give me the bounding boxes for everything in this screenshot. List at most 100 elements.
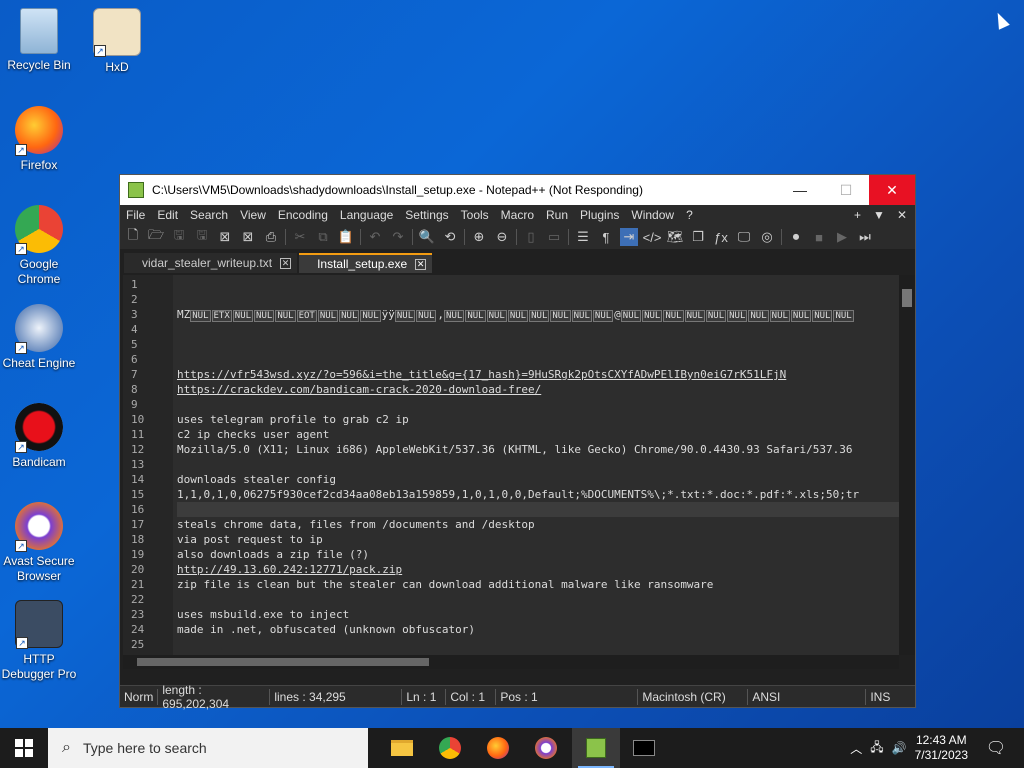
horizontal-scrollbar[interactable] — [123, 655, 899, 669]
sync-horizontal-icon[interactable]: ▭ — [545, 228, 563, 246]
paste-icon[interactable]: 📋 — [337, 228, 355, 246]
code-line: http://49.13.60.242:12771/pack.zip — [177, 563, 403, 576]
desktop-icon-avast-secure-browser[interactable]: ↗ Avast Secure Browser — [0, 502, 78, 584]
folder-as-workspace-icon[interactable]: ◎ — [758, 228, 776, 246]
stop-macro-icon[interactable]: ■ — [810, 228, 828, 246]
vertical-scroll-thumb[interactable] — [902, 289, 912, 307]
zoom-out-icon[interactable]: ⊖ — [493, 228, 511, 246]
volume-icon[interactable]: 🔊 — [892, 741, 907, 755]
function-list-icon[interactable]: ƒx — [712, 228, 730, 246]
tab-close-icon[interactable]: ✕ — [415, 258, 427, 270]
status-ln: Ln : 1 — [402, 688, 447, 705]
tab-install-setup[interactable]: Install_setup.exe ✕ — [299, 253, 433, 273]
menu-tools[interactable]: Tools — [455, 208, 495, 222]
find-icon[interactable]: 🔍 — [418, 228, 436, 246]
line-number: 5 — [131, 338, 138, 351]
taskbar-chrome[interactable] — [426, 728, 474, 768]
desktop-icon-bandicam[interactable]: ↗ Bandicam — [0, 403, 78, 470]
start-button[interactable] — [0, 728, 48, 768]
chevron-up-icon[interactable]: ︿ — [850, 740, 862, 757]
indent-guide-icon[interactable]: ⇥ — [620, 228, 638, 246]
taskbar-notepadpp[interactable] — [572, 728, 620, 768]
redo-icon[interactable]: ↷ — [389, 228, 407, 246]
undo-icon[interactable]: ↶ — [366, 228, 384, 246]
desktop-icon-label: Google Chrome — [17, 257, 61, 286]
document-map-icon[interactable]: 🗺 — [666, 228, 684, 246]
close-doc-icon[interactable]: ✕ — [897, 208, 907, 222]
code-line: downloads stealer config — [177, 473, 336, 486]
tab-close-icon[interactable]: ✕ — [280, 257, 292, 269]
taskbar-firefox[interactable] — [474, 728, 522, 768]
open-file-icon[interactable]: 🗁 — [147, 227, 165, 246]
horizontal-scroll-thumb[interactable] — [137, 658, 429, 666]
record-macro-icon[interactable]: ⏺ — [787, 228, 805, 246]
code-line: uses telegram profile to grab c2 ip — [177, 413, 409, 426]
menu-search[interactable]: Search — [184, 208, 234, 222]
new-file-icon[interactable]: 🗋 — [124, 227, 142, 246]
control-char-token: NUL — [769, 310, 790, 322]
network-icon[interactable]: 🖧 — [870, 738, 883, 759]
desktop-icon-firefox[interactable]: ↗ Firefox — [0, 106, 78, 173]
shortcut-arrow-icon: ↗ — [15, 540, 27, 552]
clock[interactable]: 12:43 AM 7/31/2023 — [915, 733, 968, 763]
code-text[interactable]: MZ NUL ETX NUL NUL NUL EOT NUL NUL NUL ÿÿ NUL NUL, NU… — [173, 275, 899, 655]
menu-window[interactable]: Window — [625, 208, 680, 222]
desktop-icon-cheat-engine[interactable]: ↗ Cheat Engine — [0, 304, 78, 371]
show-all-chars-icon[interactable]: ¶ — [597, 228, 615, 246]
control-char-token: NUL — [254, 310, 275, 322]
close-all-icon[interactable]: ⊠ — [239, 228, 257, 246]
control-char-token: NUL — [232, 310, 254, 322]
line-number: 8 — [131, 383, 138, 396]
chrome-icon — [439, 737, 461, 759]
document-list-icon[interactable]: ❐ — [689, 228, 707, 246]
notification-icon[interactable]: 🗨 — [976, 738, 1016, 758]
tab-list-icon[interactable]: ▼ — [873, 208, 885, 222]
menu-settings[interactable]: Settings — [399, 208, 454, 222]
shortcut-arrow-icon: ↗ — [94, 45, 106, 57]
desktop-icon-google-chrome[interactable]: ↗ Google Chrome — [0, 205, 78, 287]
editor-area[interactable]: 1 2 3 4 5 6 7 8 9 10 11 12 13 14 15 16 17 18 19 20 21 22 23 24 2… — [123, 275, 915, 666]
cut-icon[interactable]: ✂ — [291, 228, 309, 246]
monitoring-icon[interactable]: 🖵 — [735, 228, 753, 246]
menu-macro[interactable]: Macro — [495, 208, 540, 222]
print-icon[interactable]: ⎙ — [262, 228, 280, 246]
taskbar-file-explorer[interactable] — [378, 728, 426, 768]
save-icon[interactable]: 🖫 — [170, 227, 188, 246]
line-number: 12 — [131, 443, 145, 456]
menu-view[interactable]: View — [234, 208, 272, 222]
control-char-token: NUL — [812, 310, 833, 322]
add-tab-icon[interactable]: + — [854, 208, 861, 222]
taskbar-search-box[interactable]: ⌕ Type here to search — [48, 728, 368, 768]
run-macro-multiple-icon[interactable]: ⏭ — [856, 228, 874, 246]
word-wrap-icon[interactable]: ☰ — [574, 228, 592, 246]
window-title: C:\Users\VM5\Downloads\shadydownloads\In… — [152, 183, 643, 197]
desktop-icon-hxd[interactable]: ↗ HxD — [78, 8, 156, 75]
desktop-icon-http-debugger-pro[interactable]: ↗ HTTP Debugger Pro — [0, 600, 78, 682]
play-macro-icon[interactable]: ▶ — [833, 228, 851, 246]
copy-icon[interactable]: ⧉ — [314, 228, 332, 246]
taskbar-command-prompt[interactable] — [620, 728, 668, 768]
menu-plugins[interactable]: Plugins — [574, 208, 625, 222]
maximize-button[interactable]: ☐ — [823, 175, 869, 205]
xml-tag-icon[interactable]: </> — [643, 228, 662, 246]
zoom-in-icon[interactable]: ⊕ — [470, 228, 488, 246]
tab-vidar-stealer-writeup[interactable]: vidar_stealer_writeup.txt ✕ — [124, 253, 298, 273]
menu-language[interactable]: Language — [334, 208, 399, 222]
replace-icon[interactable]: ⟲ — [441, 228, 459, 246]
minimize-button[interactable]: — — [777, 175, 823, 205]
code-line: https://crackdev.com/bandicam-crack-2020… — [177, 383, 542, 396]
taskbar-avast-browser[interactable] — [522, 728, 570, 768]
line-number: 25 — [131, 638, 145, 651]
save-all-icon[interactable]: 🖫 — [193, 227, 211, 246]
vertical-scrollbar[interactable] — [899, 275, 915, 655]
sync-vertical-icon[interactable]: ▯ — [522, 228, 540, 246]
close-file-icon[interactable]: ⊠ — [216, 228, 234, 246]
menu-run[interactable]: Run — [540, 208, 574, 222]
close-button[interactable]: ✕ — [869, 175, 915, 205]
menu-help[interactable]: ? — [680, 208, 699, 222]
title-bar[interactable]: C:\Users\VM5\Downloads\shadydownloads\In… — [120, 175, 915, 205]
menu-edit[interactable]: Edit — [151, 208, 184, 222]
desktop-icon-recycle-bin[interactable]: Recycle Bin — [0, 8, 78, 73]
menu-encoding[interactable]: Encoding — [272, 208, 334, 222]
menu-file[interactable]: File — [120, 208, 151, 222]
